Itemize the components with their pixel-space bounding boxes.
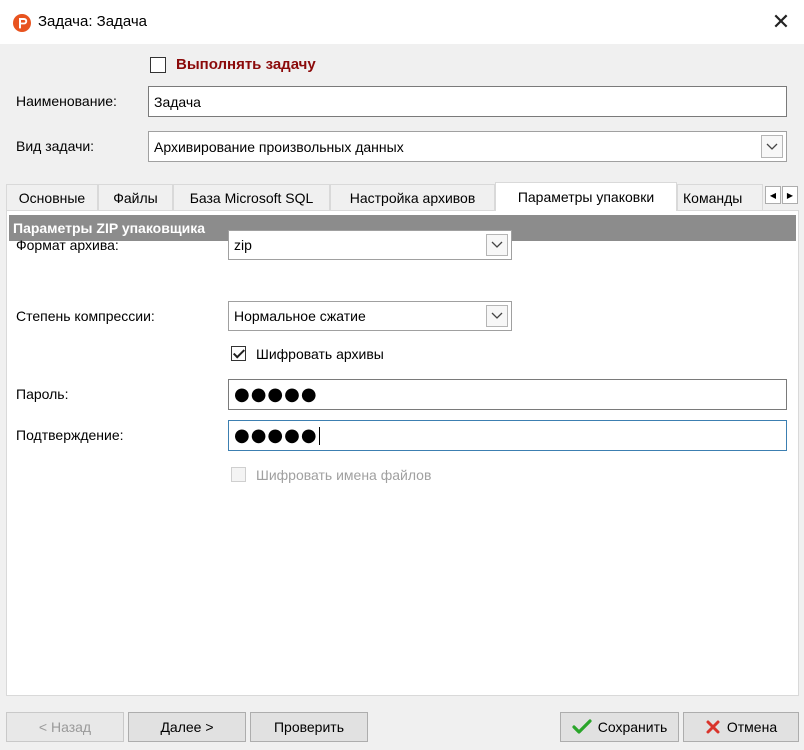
compression-select[interactable]: Нормальное сжатие — [228, 301, 512, 331]
tab-archive-settings[interactable]: Настройка архивов — [330, 184, 495, 210]
confirm-masked-value: ●●●●● — [234, 425, 318, 446]
archive-format-select[interactable]: zip — [228, 230, 512, 260]
tab-files[interactable]: Файлы — [98, 184, 173, 210]
save-button-label: Сохранить — [597, 719, 668, 735]
name-value: Задача — [154, 93, 201, 110]
packing-params-panel: Параметры ZIP упаковщика — [6, 210, 799, 696]
tab-archive-settings-label: Настройка архивов — [349, 189, 476, 206]
tab-scroll-left-button[interactable]: ◀ — [765, 186, 781, 204]
next-button[interactable]: Далее > — [128, 712, 246, 742]
task-type-value: Архивирование произвольных данных — [154, 138, 404, 155]
back-button[interactable]: < Назад — [6, 712, 124, 742]
run-task-label: Выполнять задачу — [176, 56, 316, 73]
x-icon — [706, 720, 720, 734]
task-type-select[interactable]: Архивирование произвольных данных — [148, 131, 787, 162]
archive-format-dropdown-button[interactable] — [486, 234, 508, 256]
compression-value: Нормальное сжатие — [234, 308, 366, 324]
tab-main-label: Основные — [18, 189, 86, 206]
tab-commands[interactable]: Команды — [677, 184, 763, 210]
chevron-down-icon — [766, 143, 778, 150]
encrypt-archives-checkbox[interactable] — [231, 346, 246, 361]
title-bar: Задача: Задача ✕ — [0, 0, 804, 45]
close-button[interactable]: ✕ — [758, 0, 804, 44]
check-button-label: Проверить — [273, 719, 344, 735]
encrypt-filenames-label: Шифровать имена файлов — [256, 467, 432, 483]
compression-label: Степень компрессии: — [16, 308, 155, 324]
arrow-right-icon: ▶ — [786, 190, 794, 200]
run-task-checkbox[interactable] — [150, 57, 166, 73]
tab-scroll-right-button[interactable]: ▶ — [782, 186, 798, 204]
password-label: Пароль: — [16, 386, 69, 402]
compression-dropdown-button[interactable] — [486, 305, 508, 327]
tab-packing-params[interactable]: Параметры упаковки — [495, 182, 677, 211]
cancel-button-label: Отмена — [726, 719, 778, 735]
back-button-label: < Назад — [38, 719, 92, 735]
encrypt-filenames-checkbox[interactable] — [231, 467, 246, 482]
tab-main[interactable]: Основные — [6, 184, 98, 210]
save-button[interactable]: Сохранить — [560, 712, 679, 742]
confirm-input[interactable]: ●●●●● — [228, 420, 787, 451]
cancel-button[interactable]: Отмена — [683, 712, 799, 742]
next-button-label: Далее > — [160, 719, 214, 735]
task-type-dropdown-button[interactable] — [761, 135, 783, 158]
encrypt-archives-label: Шифровать архивы — [256, 346, 384, 362]
task-type-label: Вид задачи: — [16, 138, 95, 154]
arrow-left-icon: ◀ — [769, 190, 777, 200]
text-caret — [318, 426, 320, 445]
tab-files-label: Файлы — [113, 189, 158, 206]
chevron-down-icon — [491, 312, 503, 319]
window-title: Задача: Задача — [38, 13, 147, 30]
password-masked-value: ●●●●● — [234, 384, 318, 405]
close-icon: ✕ — [771, 9, 791, 35]
check-button[interactable]: Проверить — [250, 712, 368, 742]
tab-packing-params-label: Параметры упаковки — [517, 189, 655, 205]
tab-mssql-label: База Microsoft SQL — [189, 189, 314, 206]
archive-format-label: Формат архива: — [16, 237, 119, 253]
archive-format-value: zip — [234, 237, 252, 253]
checkmark-icon — [572, 719, 592, 734]
chevron-down-icon — [491, 241, 503, 248]
app-logo-icon — [13, 14, 31, 32]
tab-commands-label: Команды — [683, 189, 743, 206]
confirm-label: Подтверждение: — [16, 427, 124, 443]
name-input[interactable]: Задача — [148, 86, 787, 117]
tab-mssql[interactable]: База Microsoft SQL — [173, 184, 330, 210]
name-label: Наименование: — [16, 93, 117, 109]
password-input[interactable]: ●●●●● — [228, 379, 787, 410]
